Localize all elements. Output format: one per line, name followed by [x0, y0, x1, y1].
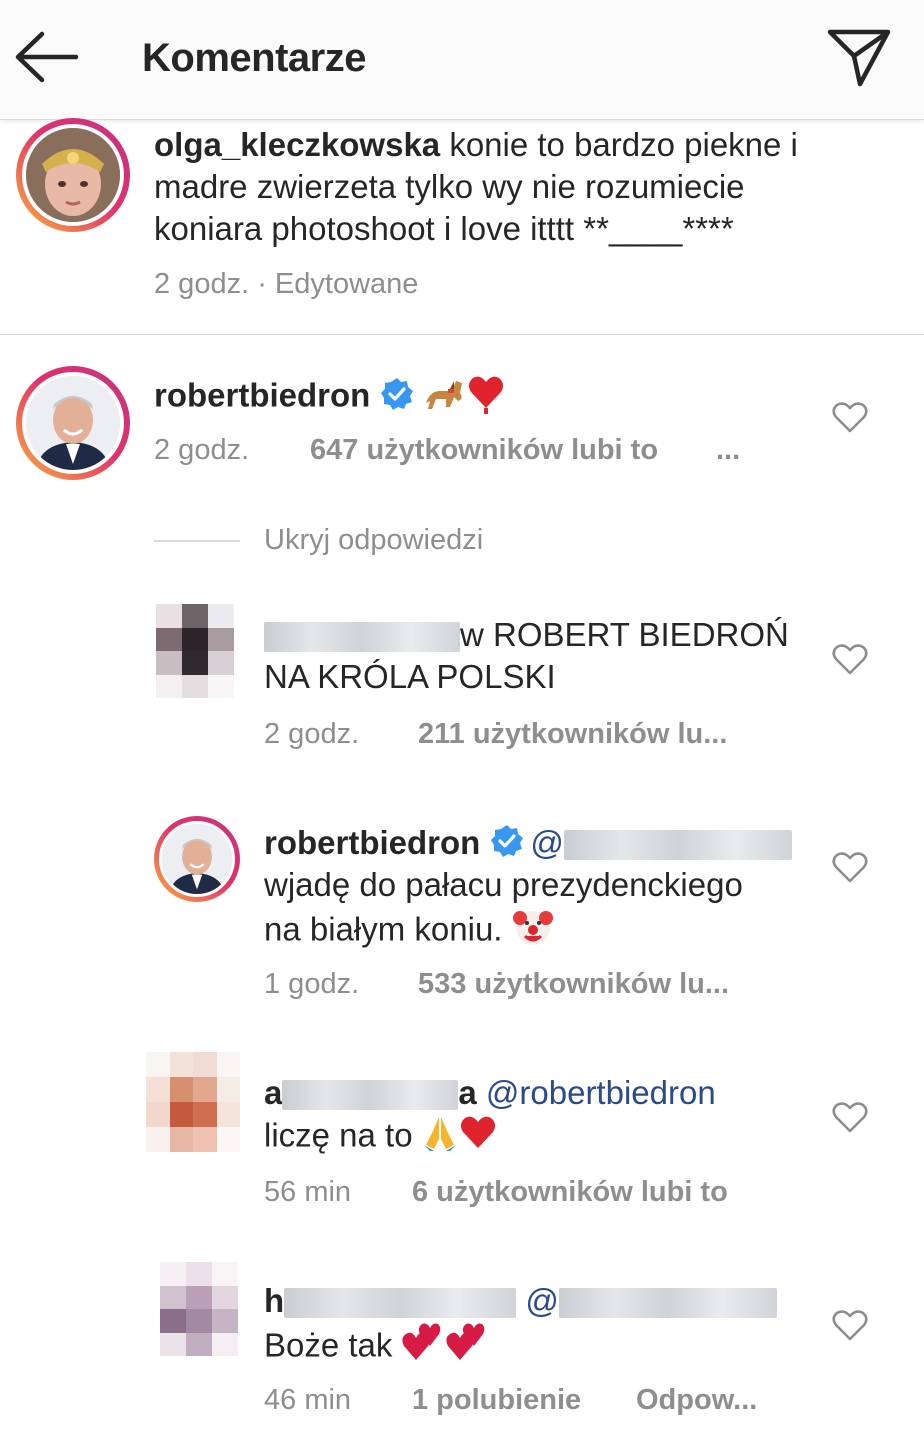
caption-username[interactable]: olga_kleczkowska: [154, 126, 440, 163]
hide-replies-button[interactable]: Ukryj odpowiedzi: [264, 524, 483, 557]
reply-username-suffix: a: [458, 1074, 477, 1111]
comment-text: h @ Boże tak: [264, 1280, 824, 1374]
avatar[interactable]: [16, 366, 130, 480]
blurred-username: [264, 622, 460, 653]
likes-count[interactable]: 647 użytkowników lubi to: [310, 434, 658, 467]
top-bar: Komentarze: [0, 0, 924, 120]
comment-time: 2 godz.: [264, 718, 360, 750]
reply-username-suffix: w: [460, 616, 484, 653]
like-heart-icon[interactable]: [832, 644, 868, 676]
hide-replies-line: [154, 540, 240, 542]
caption-meta: 2 godz. · Edytowane: [154, 268, 418, 301]
avatar[interactable]: [154, 816, 240, 902]
avatar[interactable]: [156, 604, 234, 698]
comment-meta: 46 min 1 polubienie Odpow...: [264, 1384, 824, 1424]
mention-link[interactable]: @robertbiedron: [486, 1074, 716, 1111]
red-heart-emoji: [466, 372, 506, 424]
mention-prefix[interactable]: @: [530, 824, 564, 861]
comment-text: robertbiedron @ wjadę do pałacu prezydenc…: [264, 822, 824, 958]
comment-text: w ROBERT BIEDROŃ NA KRÓLA POLSKI: [264, 614, 824, 698]
caption-line-3: koniara photoshoot i love itttt **____**…: [154, 210, 734, 247]
comment-time: 46 min: [264, 1384, 352, 1416]
verified-badge-icon: [491, 825, 524, 857]
like-heart-icon[interactable]: [832, 402, 868, 434]
likes-count[interactable]: 211 użytkowników lu...: [418, 718, 727, 751]
likes-count[interactable]: 1 polubienie: [412, 1384, 581, 1417]
comment-meta: 2 godz. 211 użytkowników lu...: [264, 718, 824, 758]
caption-line-2: madre zwierzeta tylko wy nie rozumiecie: [154, 168, 745, 205]
reply-line-1: ROBERT BIEDROŃ: [493, 616, 789, 653]
share-button[interactable]: [826, 26, 892, 88]
paper-plane-icon: [827, 29, 891, 87]
reply-button[interactable]: Odpow...: [636, 1384, 757, 1417]
edited-label: · Edytowane: [257, 268, 419, 300]
comment-text: a a @robertbiedron liczę na to: [264, 1072, 824, 1162]
avatar-image: [22, 372, 124, 474]
reply-line-2: NA KRÓLA POLSKI: [264, 658, 556, 695]
comment-meta: 1 godz. 533 użytkowników lu...: [264, 968, 824, 1008]
comment-meta: 2 godz. 647 użytkowników lubi to ...: [154, 434, 754, 474]
comment-text: robertbiedron: [154, 372, 794, 424]
blurred-username: [284, 1288, 517, 1319]
comment-time: 1 godz.: [264, 968, 360, 1000]
mention-prefix[interactable]: @: [525, 1282, 559, 1319]
like-heart-icon[interactable]: [832, 852, 868, 884]
caption-text: olga_kleczkowska konie to bardzo piekne …: [154, 124, 894, 250]
blurred-username: [282, 1080, 459, 1111]
comment-time: 56 min: [264, 1176, 352, 1208]
avatar[interactable]: [146, 1052, 240, 1152]
reply-text: Boże tak: [264, 1326, 393, 1364]
caption-line-1: konie to bardzo piekne i: [449, 126, 798, 163]
caption-time: 2 godz.: [154, 268, 250, 300]
more-options[interactable]: ...: [716, 434, 740, 467]
reply-username-prefix: a: [264, 1074, 283, 1111]
likes-count[interactable]: 533 użytkowników lu...: [418, 968, 729, 1001]
avatar[interactable]: [160, 1262, 238, 1356]
red-heart-emoji: [458, 1114, 498, 1162]
verified-badge-icon: [381, 377, 414, 410]
reply-username-prefix: h: [264, 1282, 285, 1319]
like-heart-icon[interactable]: [832, 1310, 868, 1342]
horse-emoji: [420, 373, 466, 423]
divider: [0, 334, 924, 335]
avatar[interactable]: [16, 118, 130, 232]
arrow-left-icon: [15, 31, 79, 83]
reply-text: liczę na to: [264, 1116, 413, 1154]
avatar-image: [159, 821, 235, 897]
comment-time: 2 godz.: [154, 434, 250, 466]
comment-username[interactable]: robertbiedron: [154, 377, 370, 414]
likes-count[interactable]: 6 użytkowników lubi to: [412, 1176, 728, 1209]
page-title: Komentarze: [142, 36, 366, 80]
reply-line-1: wjadę do pałacu prezydenckiego: [264, 866, 743, 903]
reply-line-2: na białym koniu.: [264, 910, 503, 948]
like-heart-icon[interactable]: [832, 1102, 868, 1134]
avatar-image: [22, 124, 124, 226]
blurred-mention: [558, 1288, 777, 1319]
comment-username[interactable]: robertbiedron: [264, 824, 480, 861]
clown-face-emoji: [512, 906, 554, 958]
blurred-mention: [563, 830, 792, 861]
comment-meta: 56 min 6 użytkowników lubi to: [264, 1176, 824, 1216]
back-button[interactable]: [14, 30, 80, 84]
folded-hands-emoji: [422, 1115, 458, 1161]
two-hearts-emoji: [401, 1322, 486, 1374]
